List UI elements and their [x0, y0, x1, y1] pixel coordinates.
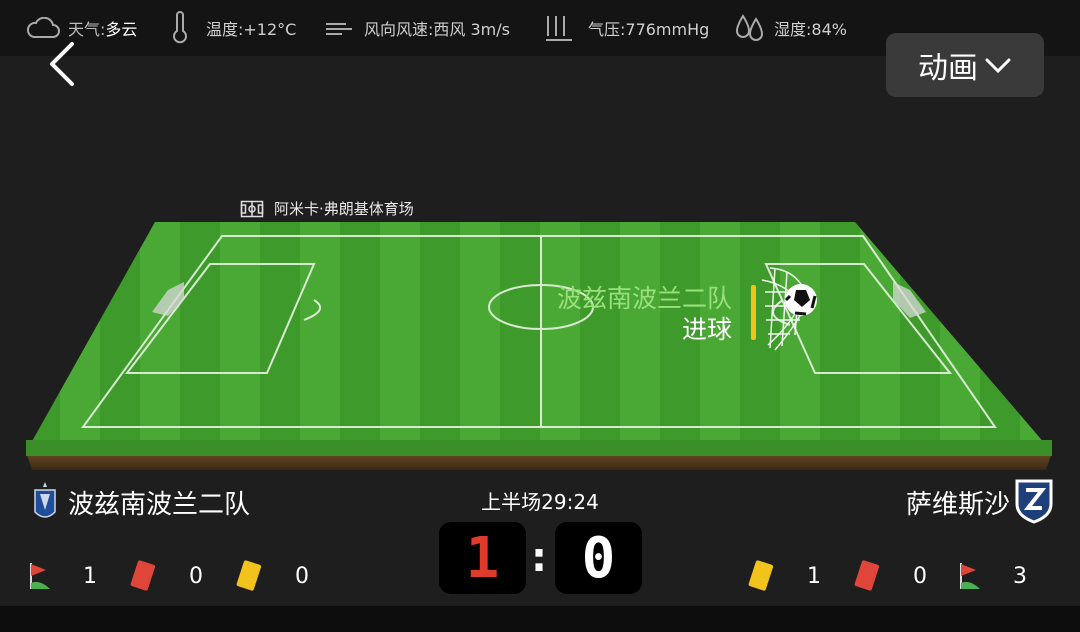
back-button[interactable]	[40, 40, 84, 88]
team-crest-icon	[1015, 479, 1053, 524]
weather-wind: 风向风速:西风 3m/s	[324, 10, 510, 46]
humidity-icon	[735, 14, 764, 41]
wind-text: 风向风速:西风 3m/s	[364, 20, 510, 39]
pressure-icon	[546, 16, 572, 41]
cloud-icon	[26, 17, 60, 38]
goal-event-marker	[751, 285, 756, 340]
pressure-text: 气压:776mmHg	[588, 20, 710, 39]
back-chevron-icon	[50, 42, 74, 86]
goal-event: 波兹南波兰二队 进球	[557, 283, 732, 345]
match-period: 上半场29:24	[481, 490, 599, 514]
home-red-cards: 0	[189, 563, 203, 589]
wind-icon	[326, 23, 352, 35]
home-corners: 1	[83, 563, 97, 589]
yellow-card-icon	[748, 560, 774, 591]
stadium-name: 阿米卡·弗朗基体育场	[274, 200, 414, 218]
home-yellow-cards: 0	[295, 563, 309, 589]
red-card-icon	[130, 560, 156, 591]
weather-temperature: 温度:+12°C	[170, 10, 296, 46]
animation-dropdown[interactable]: 动画	[886, 33, 1044, 97]
corner-flag-icon	[30, 563, 50, 589]
home-score-value: 1	[465, 525, 500, 591]
football-pitch	[26, 222, 1052, 470]
away-team-name: 萨维斯沙	[905, 490, 1010, 520]
away-corners: 3	[1013, 563, 1027, 589]
weather-label: 天气:	[68, 20, 106, 39]
stadium-icon	[240, 200, 264, 217]
animation-label: 动画	[918, 51, 978, 86]
away-score-value: 0	[581, 525, 616, 591]
corner-flag-icon	[960, 563, 980, 589]
score-separator: :	[531, 535, 547, 581]
away-yellow-cards: 1	[807, 563, 821, 589]
weather-value: 多云	[105, 20, 138, 39]
home-team-name: 波兹南波兰二队	[68, 490, 251, 520]
weather-humidity: 湿度:84%	[734, 10, 847, 46]
stadium-label: 阿米卡·弗朗基体育场	[240, 198, 414, 219]
bottom-bar	[0, 606, 1080, 632]
ball-icon	[784, 284, 817, 316]
thermometer-icon	[173, 11, 187, 44]
away-stats: 1 0 3	[746, 559, 1032, 593]
weather-pressure: 气压:776mmHg	[544, 10, 709, 46]
away-score: 0	[555, 522, 642, 594]
temperature-text: 温度:+12°C	[206, 20, 297, 39]
goal-event-team: 波兹南波兰二队	[556, 284, 732, 313]
away-red-cards: 0	[913, 563, 927, 589]
chevron-down-icon	[985, 58, 1011, 74]
home-score: 1	[439, 522, 526, 594]
humidity-text: 湿度:84%	[774, 20, 847, 39]
goal-event-action: 进球	[681, 315, 732, 344]
yellow-card-icon	[236, 560, 262, 591]
team-crest-icon	[34, 482, 56, 518]
home-stats: 1 0 0	[28, 559, 314, 593]
red-card-icon	[854, 560, 880, 591]
